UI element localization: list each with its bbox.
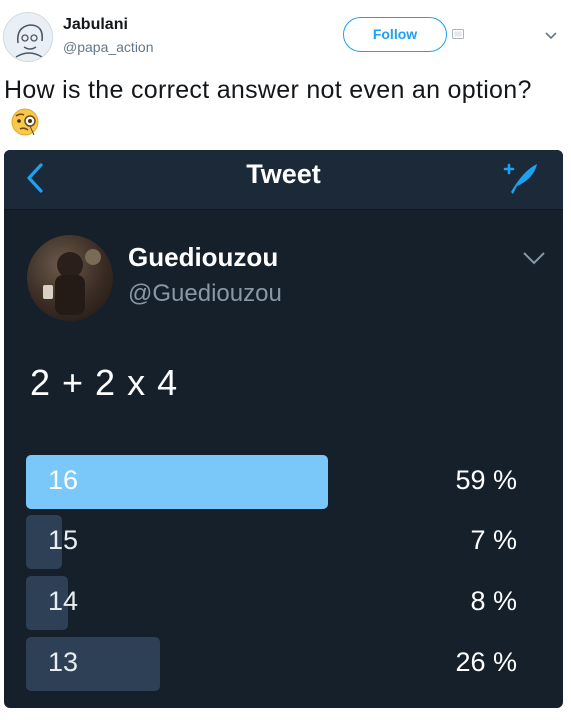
author-photo-icon	[43, 249, 101, 315]
poll-option-label: 14	[48, 586, 79, 616]
poll-option-label: 13	[48, 647, 79, 677]
avatar-sketch-icon	[4, 13, 52, 61]
poll-bar-fill	[26, 637, 160, 691]
poll-option-percent: 26 %	[455, 647, 517, 677]
chevron-down-icon[interactable]	[543, 27, 559, 43]
tweet-text: How is the correct answer not even an op…	[4, 74, 564, 141]
poll-question: 2 + 2 x 4	[30, 362, 179, 403]
poll-option-percent: 8 %	[470, 586, 517, 616]
follow-button[interactable]: Follow	[343, 17, 447, 52]
poll-option[interactable]: 15 7 %	[26, 515, 541, 569]
tweet-text-body: How is the correct answer not even an op…	[4, 76, 532, 104]
user-name[interactable]: Jabulani	[63, 16, 128, 34]
embedded-screenshot: Tweet Guediouzou @Guediouzou 2 + 2 x 4 1…	[4, 150, 563, 708]
tweet-header: Jabulani @papa_action Follow	[0, 0, 571, 72]
avatar[interactable]	[3, 12, 53, 62]
follow-notification-icon[interactable]	[452, 28, 464, 40]
app-bar: Tweet	[4, 150, 563, 210]
poll-option-label: 16	[48, 465, 79, 495]
chevron-down-icon[interactable]	[521, 249, 547, 267]
app-bar-title: Tweet	[246, 159, 321, 189]
compose-tweet-icon[interactable]	[497, 156, 541, 200]
author-avatar[interactable]	[27, 235, 113, 321]
poll-option-percent: 7 %	[470, 525, 517, 555]
face-with-monocle-icon	[11, 108, 39, 136]
author-handle[interactable]: @Guediouzou	[128, 280, 282, 308]
poll-option-percent: 59 %	[455, 465, 517, 495]
poll-option[interactable]: 13 26 %	[26, 637, 541, 691]
poll-option[interactable]: 14 8 %	[26, 576, 541, 630]
poll-option[interactable]: 16 59 %	[26, 455, 541, 509]
user-handle[interactable]: @papa_action	[63, 39, 154, 55]
poll-option-label: 15	[48, 525, 79, 555]
author-name[interactable]: Guediouzou	[128, 242, 278, 273]
